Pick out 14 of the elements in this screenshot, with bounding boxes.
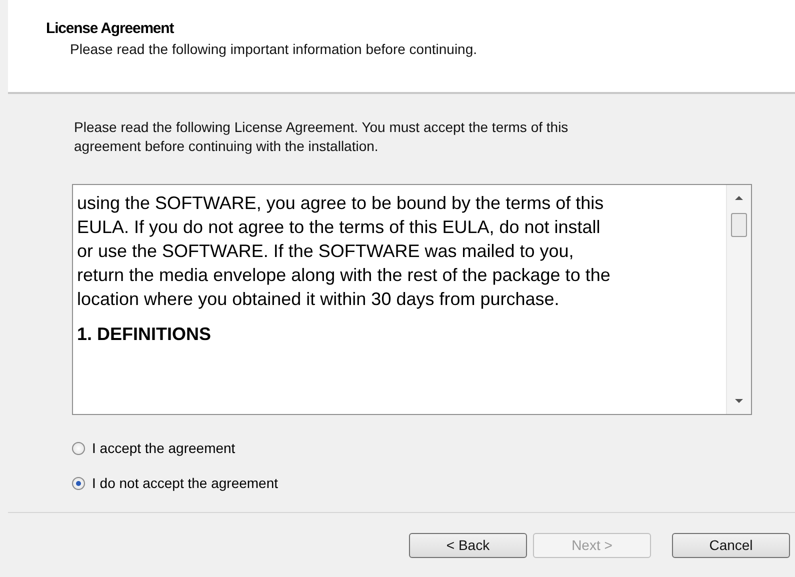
- instruction-text: Please read the following License Agreement. You must accept the terms of this agreement before continuing with the installation.: [73, 118, 570, 156]
- page-subtitle: Please read the following important information before continuing.: [70, 41, 478, 57]
- license-text-box[interactable]: [72, 184, 752, 415]
- section-heading: 1. DEFINITIONS: [77, 323, 212, 346]
- scrollbar-thumb[interactable]: [731, 213, 747, 237]
- page-title: License Agreement: [46, 20, 175, 37]
- scrollbar[interactable]: [726, 185, 751, 414]
- scroll-down-icon[interactable]: [734, 398, 744, 404]
- radio-option[interactable]: I do not accept the agreement: [72, 475, 278, 491]
- dialog-button[interactable]: Cancel: [672, 532, 790, 558]
- radio-option[interactable]: I accept the agreement: [72, 440, 236, 456]
- dialog-button[interactable]: < Back: [409, 532, 527, 558]
- license-paragraph: using the SOFTWARE, you agree to be bound by the terms of this EULA. If you do not agree to the terms of this EULA, do not install or use the SOFTWARE. If the SOFTWARE was mailed to you, return the media envelope along with the rest of the package to the location where you obtained it within 30 days from purchase.: [77, 192, 612, 311]
- scroll-up-icon[interactable]: [734, 195, 744, 201]
